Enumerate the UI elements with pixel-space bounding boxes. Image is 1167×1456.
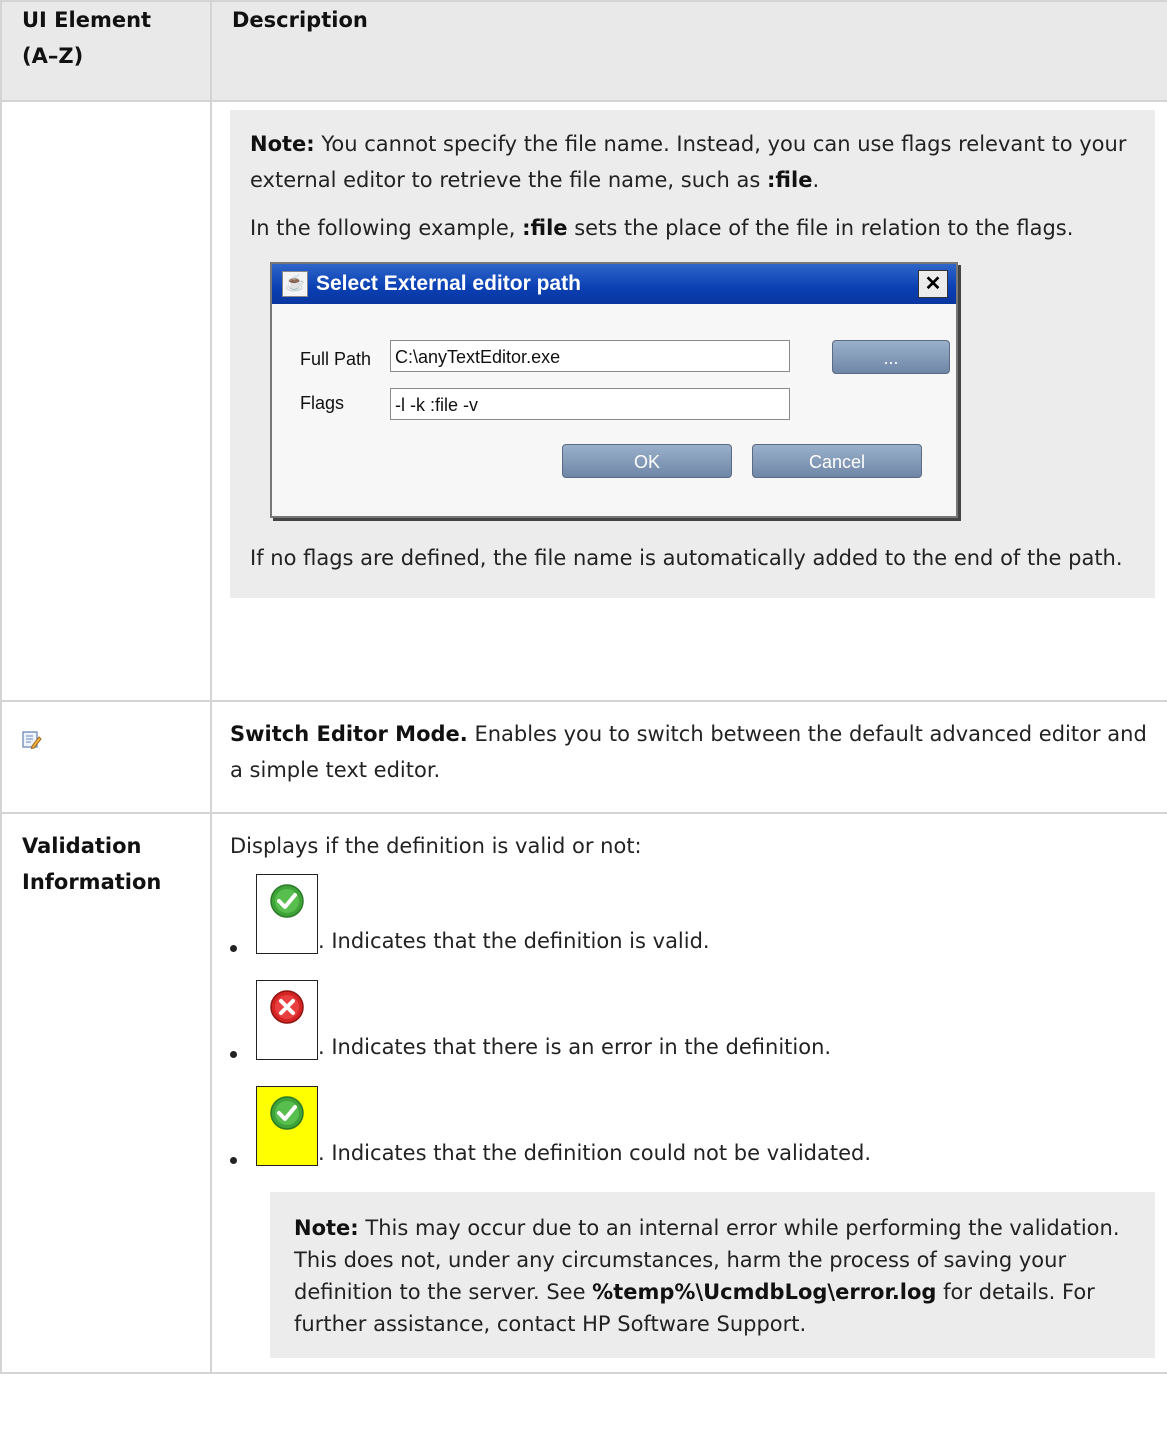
validation-note-box: Note: This may occur due to an internal … xyxy=(270,1192,1155,1358)
list-item: . Indicates that there is an error in th… xyxy=(230,980,1155,1060)
note-paragraph: Note: You cannot specify the file name. … xyxy=(250,132,1127,192)
list-item: . Indicates that the definition is valid… xyxy=(230,874,1155,954)
error-log-path: %temp%\UcmdbLog\error.log xyxy=(592,1280,937,1304)
dialog-title-bar: ☕ Select External editor path ✕ xyxy=(272,264,956,304)
dialog-title: Select External editor path xyxy=(316,272,581,295)
error-x-icon xyxy=(256,980,318,1060)
note-label: Note: xyxy=(250,132,315,156)
dialog-body: Full Path C:\anyTextEditor.exe ... Flags… xyxy=(272,304,956,516)
validation-status-list: . Indicates that the definition is valid… xyxy=(230,874,1155,1166)
not-validated-icon xyxy=(256,1086,318,1166)
row2-description-cell: Switch Editor Mode. Enables you to switc… xyxy=(210,700,1167,814)
row3-element-cell: Validation Information xyxy=(0,812,212,1374)
header-description: Description xyxy=(210,0,1167,102)
table-row: Note: You cannot specify the file name. … xyxy=(0,100,1167,702)
row1-element-cell xyxy=(0,100,212,702)
example-paragraph: In the following example, :file sets the… xyxy=(250,216,1074,240)
table-row: Validation Information Displays if the d… xyxy=(0,812,1167,1374)
edit-mode-icon xyxy=(22,724,42,750)
browse-button[interactable]: ... xyxy=(832,340,950,374)
validation-intro: Displays if the definition is valid or n… xyxy=(230,834,642,858)
row1-description-cell: Note: You cannot specify the file name. … xyxy=(210,100,1167,702)
table-row: Switch Editor Mode. Enables you to switc… xyxy=(0,700,1167,814)
full-path-label: Full Path xyxy=(300,349,372,369)
table-header-row: UI Element (A–Z) Description xyxy=(0,0,1167,102)
note-box: Note: You cannot specify the file name. … xyxy=(230,110,1155,598)
ui-elements-table: UI Element (A–Z) Description Note: You c… xyxy=(0,0,1167,1374)
no-flags-paragraph: If no flags are defined, the file name i… xyxy=(250,546,1123,570)
validation-information-label: Validation Information xyxy=(22,834,162,894)
flags-label: Flags xyxy=(300,393,345,413)
note-label: Note: xyxy=(294,1216,359,1240)
flags-input[interactable]: -l -k :file -v xyxy=(390,388,790,420)
row3-description-cell: Displays if the definition is valid or n… xyxy=(210,812,1167,1374)
valid-check-icon xyxy=(256,874,318,954)
switch-editor-mode-label: Switch Editor Mode. xyxy=(230,722,468,746)
external-editor-dialog: ☕ Select External editor path ✕ Full Pat… xyxy=(270,262,958,518)
header-ui-element: UI Element (A–Z) xyxy=(0,0,212,102)
list-item: . Indicates that the definition could no… xyxy=(230,1086,1155,1166)
row2-element-cell xyxy=(0,700,212,814)
close-icon[interactable]: ✕ xyxy=(918,270,948,298)
ok-button[interactable]: OK xyxy=(562,444,732,478)
cancel-button[interactable]: Cancel xyxy=(752,444,922,478)
java-icon: ☕ xyxy=(282,271,308,297)
full-path-input[interactable]: C:\anyTextEditor.exe xyxy=(390,340,790,372)
